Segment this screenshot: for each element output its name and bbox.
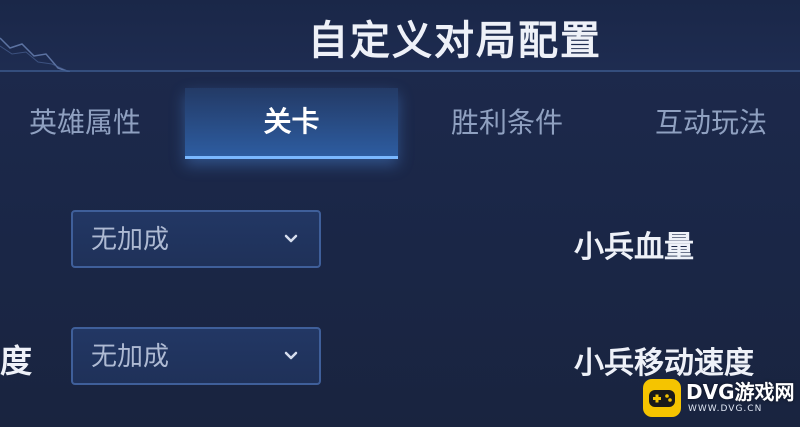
tab-bar: 英雄属性 关卡 胜利条件 互动玩法 <box>0 88 800 159</box>
watermark-name: DVG游戏网 <box>686 380 795 404</box>
chevron-down-icon <box>284 234 298 243</box>
gamepad-logo-icon <box>643 379 681 417</box>
row2-select-value: 无加成 <box>91 342 170 372</box>
custom-match-config-screen: 自定义对局配置 英雄属性 关卡 胜利条件 互动玩法 无加成 小兵血量 度 无加成… <box>0 0 800 427</box>
tab-hero-attributes[interactable]: 英雄属性 <box>0 88 170 158</box>
site-watermark: DVG游戏网 WWW.DVG.CN <box>642 374 795 422</box>
minion-health-label: 小兵血量 <box>574 230 694 265</box>
tab-interactive-gameplay[interactable]: 互动玩法 <box>622 88 800 158</box>
chevron-down-icon <box>284 351 298 360</box>
header-bar: 自定义对局配置 <box>0 0 800 72</box>
row1-select-value: 无加成 <box>91 225 170 255</box>
watermark-url: WWW.DVG.CN <box>688 404 763 414</box>
tab-level[interactable]: 关卡 <box>185 88 398 159</box>
row2-left-label: 度 <box>0 342 33 380</box>
row2-select[interactable]: 无加成 <box>71 327 321 385</box>
tab-victory-conditions[interactable]: 胜利条件 <box>412 88 602 158</box>
row1-select[interactable]: 无加成 <box>71 210 321 268</box>
page-title: 自定义对局配置 <box>308 18 602 64</box>
header-divider <box>0 70 800 72</box>
